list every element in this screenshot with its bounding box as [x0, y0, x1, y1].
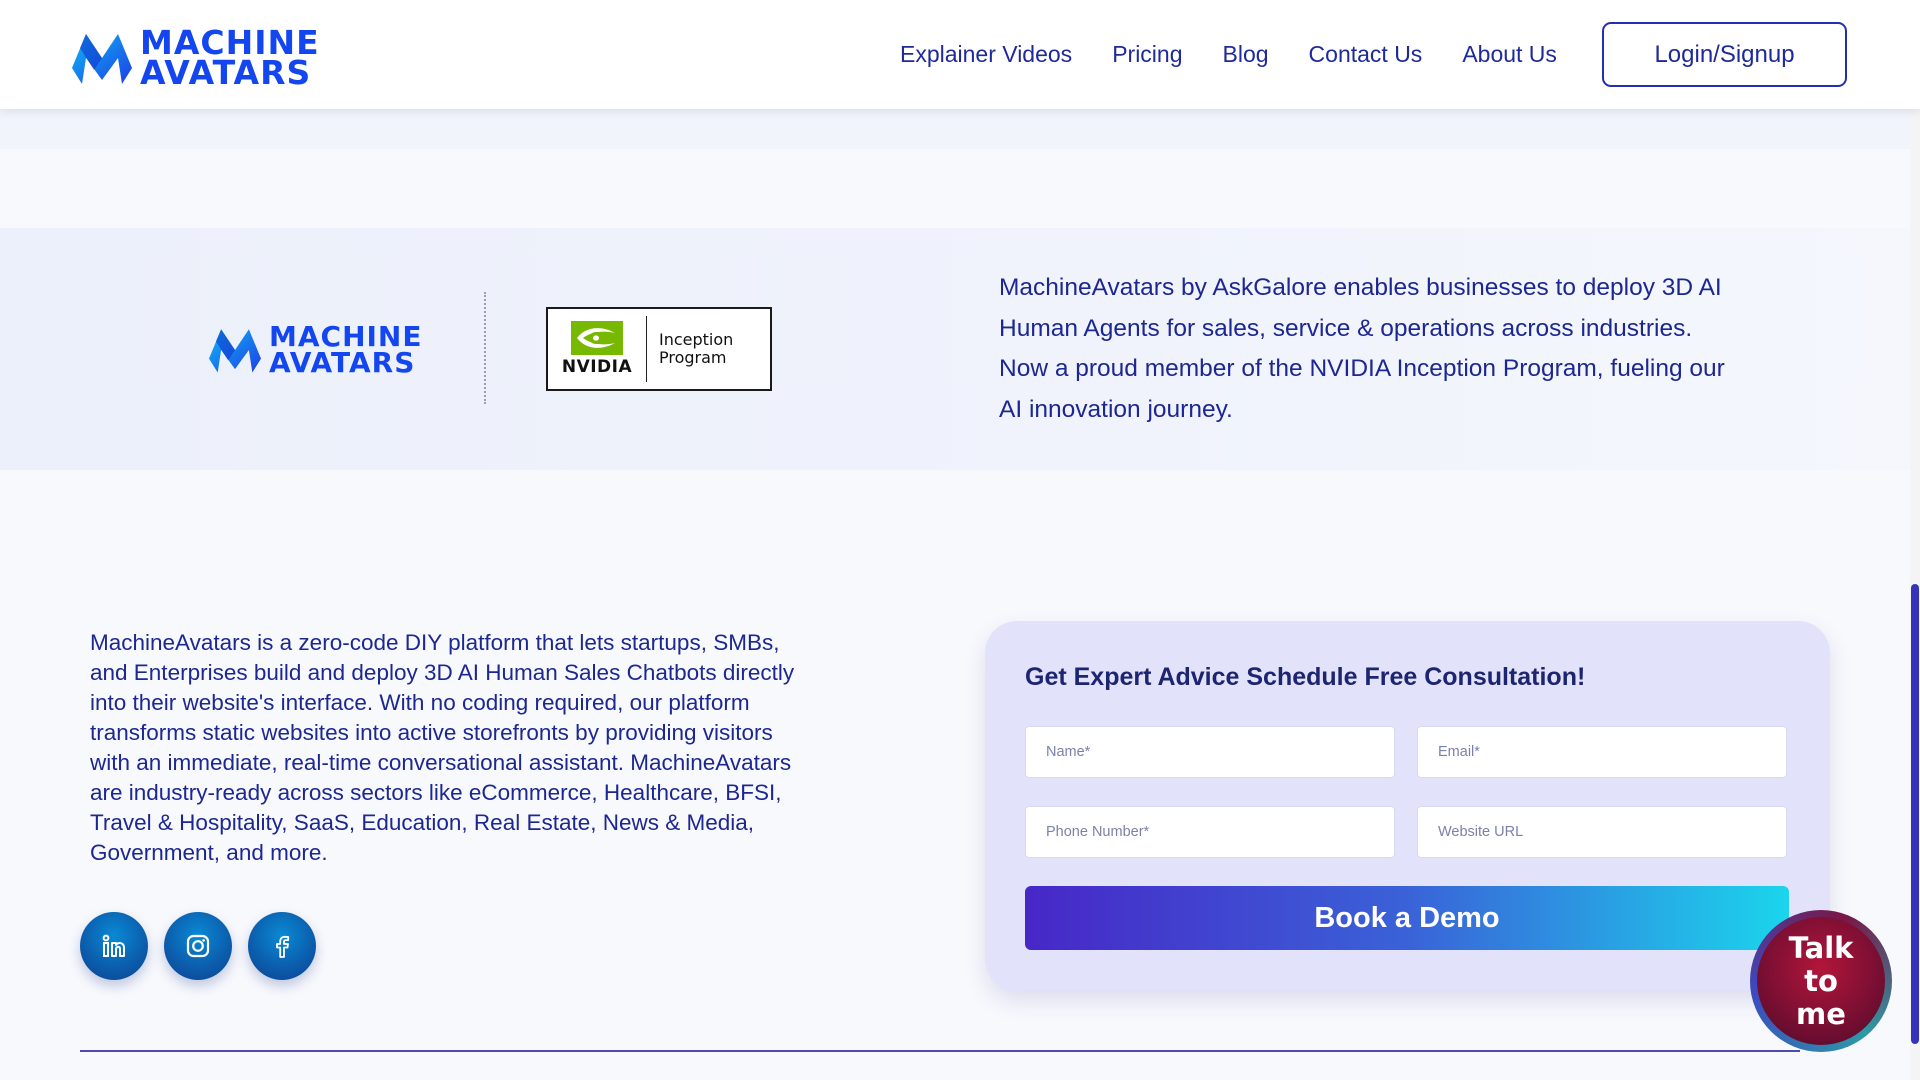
facebook-link[interactable]	[248, 912, 316, 980]
partner-description: MachineAvatars by AskGalore enables busi…	[999, 274, 1725, 423]
main-nav: Explainer Videos Pricing Blog Contact Us…	[900, 0, 1597, 109]
partner-band: MACHINE AVATARS NVIDIA Inception Program…	[0, 228, 1910, 470]
name-input[interactable]	[1025, 726, 1395, 778]
nav-pricing[interactable]: Pricing	[1112, 41, 1182, 68]
partner-brand-logo: MACHINE AVATARS	[207, 323, 423, 379]
instagram-icon	[186, 934, 210, 958]
brand-line-2: AVATARS	[269, 346, 416, 379]
form-title: Get Expert Advice Schedule Free Consulta…	[1025, 663, 1586, 691]
instagram-link[interactable]	[164, 912, 232, 980]
nvidia-wordmark: NVIDIA	[561, 357, 633, 377]
machine-avatars-logo-icon	[72, 34, 132, 84]
nav-contact-us[interactable]: Contact Us	[1309, 41, 1423, 68]
nvidia-logo: NVIDIA	[548, 309, 646, 389]
logo-divider	[484, 292, 486, 404]
inception-line-1: Inception	[659, 330, 734, 349]
partner-brand-text: MACHINE AVATARS	[269, 323, 423, 379]
social-links	[80, 912, 332, 980]
nav-blog[interactable]: Blog	[1223, 41, 1269, 68]
linkedin-link[interactable]	[80, 912, 148, 980]
consultation-form: Get Expert Advice Schedule Free Consulta…	[985, 621, 1830, 991]
nav-about-us[interactable]: About Us	[1462, 41, 1557, 68]
site-header: MACHINE AVATARS Explainer Videos Pricing…	[0, 0, 1920, 109]
inception-program-label: Inception Program	[647, 331, 733, 367]
talk-to-me-label: Talk to me	[1757, 917, 1885, 1045]
facebook-icon	[276, 935, 290, 958]
book-demo-button[interactable]: Book a Demo	[1025, 886, 1789, 950]
section-top-strip	[0, 109, 1910, 149]
nvidia-eye-icon	[571, 321, 623, 355]
header-logo[interactable]: MACHINE AVATARS	[70, 26, 320, 92]
header-brand-text: MACHINE AVATARS	[140, 26, 320, 92]
talk-to-me-widget[interactable]: Talk to me	[1750, 910, 1892, 1052]
linkedin-icon	[102, 934, 125, 957]
page-scrollbar-thumb[interactable]	[1911, 584, 1919, 1044]
website-url-input[interactable]	[1417, 806, 1787, 858]
brand-line-2: AVATARS	[140, 53, 312, 92]
login-signup-button[interactable]: Login/Signup	[1602, 22, 1847, 87]
about-description: MachineAvatars is a zero-code DIY platfo…	[90, 630, 795, 865]
email-input[interactable]	[1417, 726, 1787, 778]
inception-line-2: Program	[659, 348, 727, 367]
footer-divider	[80, 1050, 1800, 1052]
nav-explainer-videos[interactable]: Explainer Videos	[900, 41, 1072, 68]
phone-number-input[interactable]	[1025, 806, 1395, 858]
machine-avatars-logo-icon	[209, 329, 261, 373]
nvidia-inception-badge: NVIDIA Inception Program	[546, 307, 772, 391]
